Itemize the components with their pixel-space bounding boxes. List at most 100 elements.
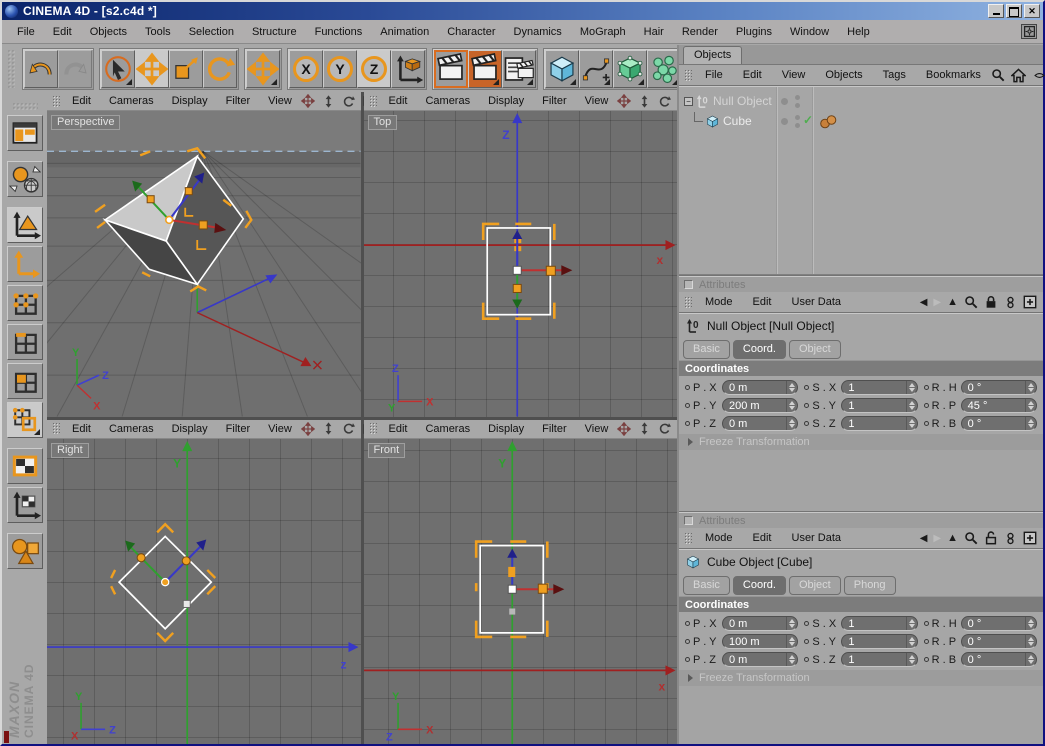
key-dot-icon[interactable] [685,657,690,662]
spinner[interactable] [1025,381,1036,394]
viewport-grip[interactable] [52,95,60,108]
enable-dot[interactable] [781,98,788,105]
visibility-dots[interactable] [795,115,800,128]
panel-checkbox[interactable] [684,280,693,289]
edges-mode-button[interactable] [7,324,43,360]
value-input[interactable]: 100 m [722,634,798,649]
menu-item[interactable]: Objects [81,26,136,38]
tab-coord[interactable]: Coord. [733,576,786,595]
menu-item[interactable]: Functions [306,26,372,38]
key-dot-icon[interactable] [685,385,690,390]
phong-tag-icon[interactable] [819,114,837,135]
rotate-view-icon[interactable] [658,422,671,435]
search-icon[interactable] [964,531,978,545]
viewport-grip[interactable] [369,95,377,108]
value-input[interactable]: 1 [841,634,917,649]
right-canvas[interactable]: Right Y z [47,439,361,745]
home-icon[interactable] [1011,68,1026,83]
menu-item[interactable]: Window [781,26,838,38]
tab-coord[interactable]: Coord. [733,340,786,359]
lock-y-button[interactable]: Y [323,50,357,88]
menu-item[interactable]: File [8,26,44,38]
spinner[interactable] [786,635,797,648]
tree-row-cube[interactable]: Cube ✓ [679,111,1043,131]
spinner[interactable] [1025,399,1036,412]
menu-item[interactable]: MoGraph [571,26,635,38]
add-panel-icon[interactable] [1023,295,1037,309]
value-input[interactable]: 0 m [722,380,798,395]
menu-item[interactable]: Character [438,26,504,38]
move-tool-button[interactable] [135,50,169,88]
up-icon[interactable]: ▲ [947,532,958,544]
search-icon[interactable] [964,295,978,309]
enabled-check-icon[interactable]: ✓ [803,113,813,127]
viewport-menu-item[interactable]: Edit [63,423,100,435]
toolbar-grip[interactable] [7,49,16,88]
spinner[interactable] [906,399,917,412]
spinner[interactable] [786,399,797,412]
objects-menu-item[interactable]: Tags [873,69,916,81]
value-input[interactable]: 200 m [722,398,798,413]
value-input[interactable]: 0 ° [961,616,1037,631]
visibility-dots[interactable] [795,95,800,108]
freeze-transformation-row-2[interactable]: Freeze Transformation [679,670,1043,686]
attributes-menu-item[interactable]: Mode [695,296,743,308]
menu-item[interactable]: Plugins [727,26,781,38]
spinner[interactable] [906,653,917,666]
polygons-mode-button[interactable] [7,363,43,399]
back-icon[interactable]: ◀ [920,533,928,544]
menu-item[interactable]: Hair [635,26,673,38]
sidebar-grip[interactable] [12,102,38,110]
coordinate-system-button[interactable] [391,50,425,88]
viewport-grip[interactable] [52,422,60,435]
objects-menu-item[interactable]: Edit [733,69,772,81]
value-input[interactable]: 0 ° [961,416,1037,431]
menu-item[interactable]: Animation [371,26,438,38]
attributes-menu-item[interactable]: User Data [782,532,852,544]
value-input[interactable]: 1 [841,398,917,413]
viewport-menu-item[interactable]: Display [479,423,533,435]
panel-grip[interactable] [684,532,692,545]
make-editable-button[interactable] [7,207,43,243]
viewport-menu-item[interactable]: Display [479,95,533,107]
viewport-menu-item[interactable]: Cameras [100,423,163,435]
spinner[interactable] [1025,653,1036,666]
lock-x-button[interactable]: X [289,50,323,88]
scale-tool-button[interactable] [169,50,203,88]
top-canvas[interactable]: Top Z x [364,111,678,417]
rotate-view-icon[interactable] [342,422,355,435]
enable-dot[interactable] [781,118,788,125]
spinner[interactable] [906,417,917,430]
tab-objects[interactable]: Objects [683,46,742,64]
object-axis-button[interactable] [7,246,43,282]
model-mode-button[interactable] [7,402,43,438]
rotate-view-icon[interactable] [342,95,355,108]
attributes-menu-item[interactable]: User Data [782,296,852,308]
viewport-menu-item[interactable]: Edit [380,95,417,107]
points-mode-button[interactable] [7,285,43,321]
spinner[interactable] [906,635,917,648]
pan-icon[interactable] [617,422,631,436]
maximize-button[interactable] [1006,4,1022,18]
redo-button[interactable] [58,50,92,88]
spinner[interactable] [786,381,797,394]
key-dot-icon[interactable] [924,385,929,390]
panel-grip[interactable] [684,296,692,309]
value-input[interactable]: 0 ° [961,634,1037,649]
viewport-menu-item[interactable]: Filter [533,95,575,107]
link-icon[interactable] [1004,531,1017,546]
search-icon[interactable] [991,68,1005,82]
viewport-menu-item[interactable]: Display [163,95,217,107]
viewport-menu-item[interactable]: Cameras [100,95,163,107]
viewport-menu-item[interactable]: Filter [217,423,259,435]
zoom-icon[interactable] [322,422,335,435]
value-input[interactable]: 0 ° [961,380,1037,395]
spinner[interactable] [906,381,917,394]
texture-mode-button[interactable] [7,448,43,484]
key-dot-icon[interactable] [924,657,929,662]
tab-object[interactable]: Object [789,576,841,595]
add-hypernurbs-button[interactable] [613,50,647,88]
key-dot-icon[interactable] [685,639,690,644]
viewport-menu-item[interactable]: Display [163,423,217,435]
lock-closed-icon[interactable] [984,295,998,309]
